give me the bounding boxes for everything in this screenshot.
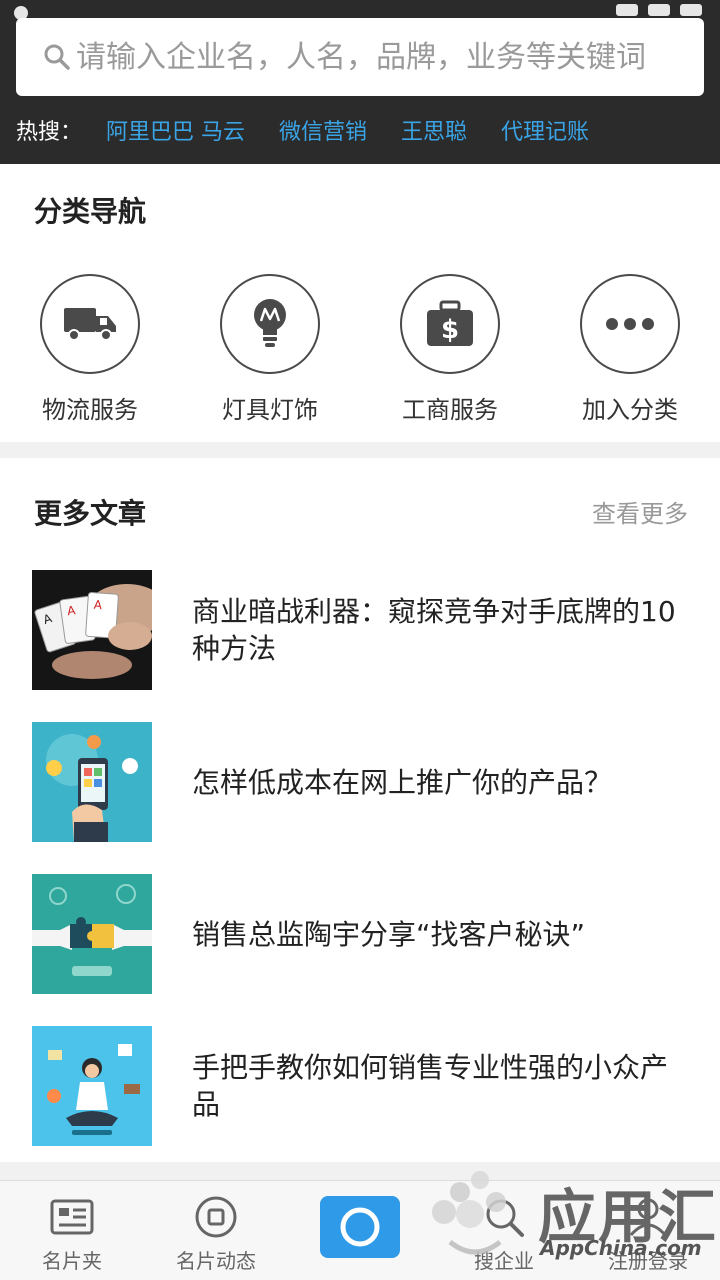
battery-icon — [680, 4, 702, 16]
article-title: 销售总监陶宇分享“找客户秘诀” — [192, 917, 586, 951]
category-logistics[interactable]: 物流服务 — [0, 274, 180, 424]
hot-search-link[interactable]: 王思聪 — [401, 114, 467, 146]
status-bar — [0, 0, 720, 20]
category-label: 物流服务 — [42, 396, 138, 424]
category-lighting[interactable]: 灯具灯饰 — [180, 274, 360, 424]
signal-icon — [616, 4, 638, 16]
search-box[interactable] — [16, 18, 704, 96]
category-join[interactable]: 加入分类 — [540, 274, 720, 424]
wifi-icon — [648, 4, 670, 16]
article-title: 商业暗战利器：窥探竞争对手底牌的10种方法 — [192, 595, 676, 665]
truck-icon — [64, 308, 116, 341]
hot-search-row: 热搜： 阿里巴巴 马云 微信营销 王思聪 代理记账 — [16, 112, 623, 148]
svg-text:$: $ — [441, 315, 459, 345]
meditating-woman-illustration — [32, 1026, 152, 1146]
lightbulb-icon — [254, 299, 286, 347]
category-icon-circle: $ — [400, 274, 500, 374]
search-input[interactable] — [76, 39, 696, 75]
article-thumbnail — [32, 1026, 152, 1146]
card-holder-icon — [50, 1199, 94, 1235]
money-bag-icon: $ — [427, 300, 473, 346]
article-item[interactable]: 手把手教你如何销售专业性强的小众产品 — [0, 1026, 720, 1178]
tab-label: 名片动态 — [176, 1249, 256, 1273]
articles-section: 更多文章 查看更多 A A A 商业暗战利器：窥探竞争对手底牌的10种方法 怎样… — [0, 458, 720, 1162]
article-item[interactable]: 怎样低成本在网上推广你的产品？ — [0, 722, 720, 874]
category-nav-section: 分类导航 物流服务 灯具灯饰 $ 工商服务 加入分类 — [0, 164, 720, 442]
more-dots-icon — [606, 318, 654, 330]
search-company-icon — [486, 1199, 524, 1237]
article-title: 手把手教你如何销售专业性强的小众产品 — [192, 1051, 669, 1121]
hot-search-link[interactable]: 阿里巴巴 马云 — [106, 114, 245, 146]
articles-title: 更多文章 — [34, 497, 147, 530]
playing-cards-photo: A A A — [32, 570, 152, 690]
article-item[interactable]: A A A 商业暗战利器：窥探竞争对手底牌的10种方法 — [0, 570, 720, 722]
article-thumbnail: A A A — [32, 570, 152, 690]
watermark-text-en: AppChina.com — [540, 1236, 702, 1260]
article-thumbnail — [32, 722, 152, 842]
top-header: 热搜： 阿里巴巴 马云 微信营销 王思聪 代理记账 — [0, 0, 720, 164]
tab-label: 名片夹 — [42, 1249, 102, 1273]
status-icons — [582, 4, 702, 18]
search-icon — [44, 44, 70, 70]
tab-card-holder[interactable]: 名片夹 — [0, 1181, 144, 1280]
article-thumbnail — [32, 874, 152, 994]
hot-search-link[interactable]: 代理记账 — [501, 114, 589, 146]
category-label: 灯具灯饰 — [222, 396, 318, 424]
article-title: 怎样低成本在网上推广你的产品？ — [192, 765, 613, 799]
view-more-link[interactable]: 查看更多 — [592, 494, 688, 529]
article-list: A A A 商业暗战利器：窥探竞争对手底牌的10种方法 怎样低成本在网上推广你的… — [0, 570, 720, 1178]
camera-icon — [340, 1207, 380, 1247]
camera-button[interactable] — [320, 1196, 400, 1258]
category-label: 加入分类 — [582, 396, 678, 424]
category-label: 工商服务 — [402, 396, 498, 424]
hot-search-link[interactable]: 微信营销 — [279, 114, 367, 146]
category-icon-circle — [580, 274, 680, 374]
category-icon-circle — [220, 274, 320, 374]
category-nav-title: 分类导航 — [34, 195, 147, 228]
hot-search-label: 热搜： — [16, 120, 83, 145]
category-grid: 物流服务 灯具灯饰 $ 工商服务 加入分类 — [0, 274, 720, 424]
article-item[interactable]: 销售总监陶宇分享“找客户秘诀” — [0, 874, 720, 1026]
puzzle-handshake-illustration — [32, 874, 152, 994]
phone-marketing-illustration — [32, 722, 152, 842]
card-feed-icon — [195, 1196, 237, 1238]
category-business-services[interactable]: $ 工商服务 — [360, 274, 540, 424]
category-icon-circle — [40, 274, 140, 374]
tab-card-feed[interactable]: 名片动态 — [144, 1181, 288, 1280]
